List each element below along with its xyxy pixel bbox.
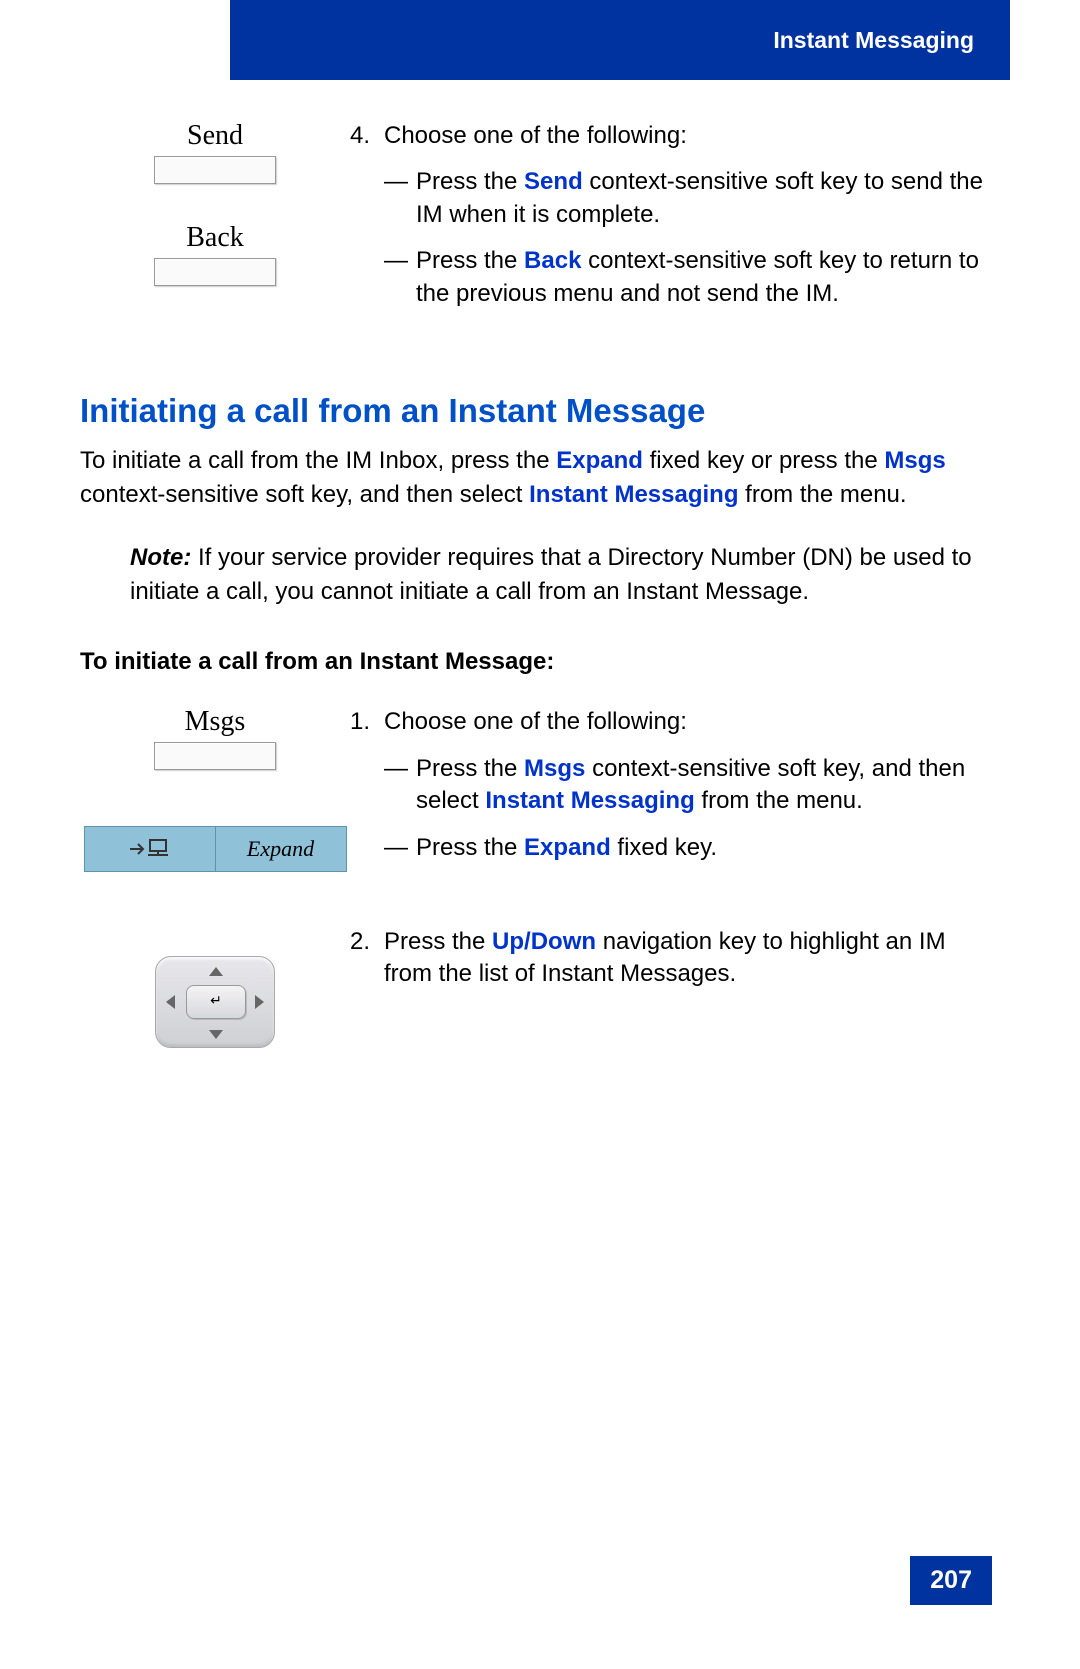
note-body: If your service provider requires that a…	[130, 544, 972, 605]
navigation-key-icon: ↵	[155, 956, 275, 1048]
dash-icon: —	[384, 166, 416, 231]
option-expand: — Press the Expand fixed key.	[384, 832, 1000, 864]
step-4: 4. Choose one of the following: — Press …	[350, 120, 1000, 324]
keyword-expand: Expand	[556, 447, 643, 474]
manual-page: Instant Messaging Send Back 4. Choose on…	[0, 0, 1080, 1669]
nav-up-icon	[209, 967, 223, 976]
option-body: Press the Back context-sensitive soft ke…	[416, 245, 1000, 310]
option-body: Press the Msgs context-sensitive soft ke…	[416, 753, 1000, 818]
note-label: Note:	[130, 544, 191, 571]
text: To initiate a call from the IM Inbox, pr…	[80, 447, 556, 474]
send-softkey-label: Send	[80, 120, 350, 152]
option-body: Press the Send context-sensitive soft ke…	[416, 166, 1000, 231]
step-2: 2. Press the Up/Down navigation key to h…	[350, 926, 1000, 991]
text: from the menu.	[695, 787, 863, 814]
navigation-key-wrap: ↵	[80, 956, 350, 1048]
expand-key-label: Expand	[215, 826, 347, 872]
step-1-row: Msgs	[80, 706, 1000, 886]
key-column: ↵	[80, 926, 350, 1048]
msgs-softkey-group: Msgs	[80, 706, 350, 778]
text: fixed key.	[611, 834, 717, 861]
expand-fixed-key: Expand	[80, 826, 350, 872]
step-2-row: ↵ 2. Press the Up/Down navigation key to…	[80, 926, 1000, 1048]
step-lead: Choose one of the following:	[384, 122, 687, 149]
step-4-text: 4. Choose one of the following: — Press …	[350, 120, 1000, 332]
section-heading: Initiating a call from an Instant Messag…	[80, 392, 1000, 430]
option-back: — Press the Back context-sensitive soft …	[384, 245, 1000, 310]
step-lead: Choose one of the following:	[384, 708, 687, 735]
back-softkey-group: Back	[80, 222, 350, 294]
step-body: Press the Up/Down navigation key to high…	[384, 926, 1000, 991]
page-content: Send Back 4. Choose one of the following…	[0, 60, 1080, 1048]
expand-icon	[128, 838, 172, 860]
dash-icon: —	[384, 245, 416, 310]
header-label: Instant Messaging	[773, 27, 974, 54]
keyword-msgs: Msgs	[524, 755, 585, 782]
keyword-msgs: Msgs	[884, 447, 945, 474]
step-1-text: 1. Choose one of the following: — Press …	[350, 706, 1000, 886]
nav-enter-icon: ↵	[186, 985, 246, 1019]
text: Press the	[384, 928, 492, 955]
back-softkey-label: Back	[80, 222, 350, 254]
text: Press the	[416, 247, 524, 274]
step-1: 1. Choose one of the following: — Press …	[350, 706, 1000, 878]
send-softkey-group: Send	[80, 120, 350, 192]
keyword-instant-messaging: Instant Messaging	[485, 787, 694, 814]
text: fixed key or press the	[643, 447, 884, 474]
keyword-back: Back	[524, 247, 581, 274]
options-list: — Press the Msgs context-sensitive soft …	[384, 753, 1000, 864]
dash-icon: —	[384, 832, 416, 864]
key-column: Msgs	[80, 706, 350, 872]
softkey-button-icon	[154, 742, 276, 770]
text: Press the	[416, 834, 524, 861]
nav-right-icon	[255, 995, 264, 1009]
expand-key-icon-panel	[84, 826, 215, 872]
msgs-softkey-label: Msgs	[80, 706, 350, 738]
text: from the menu.	[739, 481, 907, 508]
procedure-subheading: To initiate a call from an Instant Messa…	[80, 648, 1000, 676]
nav-left-icon	[166, 995, 175, 1009]
softkey-button-icon	[154, 258, 276, 286]
intro-paragraph: To initiate a call from the IM Inbox, pr…	[80, 444, 1000, 511]
text: context-sensitive soft key, and then sel…	[80, 481, 529, 508]
option-msgs: — Press the Msgs context-sensitive soft …	[384, 753, 1000, 818]
page-number: 207	[910, 1556, 992, 1605]
options-list: — Press the Send context-sensitive soft …	[384, 166, 1000, 310]
softkey-column: Send Back	[80, 120, 350, 324]
step-2-text: 2. Press the Up/Down navigation key to h…	[350, 926, 1000, 999]
keyword-instant-messaging: Instant Messaging	[529, 481, 738, 508]
step-number: 2.	[350, 926, 384, 991]
option-send: — Press the Send context-sensitive soft …	[384, 166, 1000, 231]
text: Press the	[416, 755, 524, 782]
step-number: 4.	[350, 120, 384, 324]
step-body: Choose one of the following: — Press the…	[384, 120, 1000, 324]
step-4-row: Send Back 4. Choose one of the following…	[80, 120, 1000, 332]
step-number: 1.	[350, 706, 384, 878]
dash-icon: —	[384, 753, 416, 818]
keyword-expand: Expand	[524, 834, 611, 861]
note-block: Note: If your service provider requires …	[130, 541, 1000, 608]
keyword-updown: Up/Down	[492, 928, 596, 955]
step-body: Choose one of the following: — Press the…	[384, 706, 1000, 878]
text: Press the	[416, 168, 524, 195]
option-body: Press the Expand fixed key.	[416, 832, 717, 864]
keyword-send: Send	[524, 168, 583, 195]
nav-down-icon	[209, 1030, 223, 1039]
softkey-button-icon	[154, 156, 276, 184]
